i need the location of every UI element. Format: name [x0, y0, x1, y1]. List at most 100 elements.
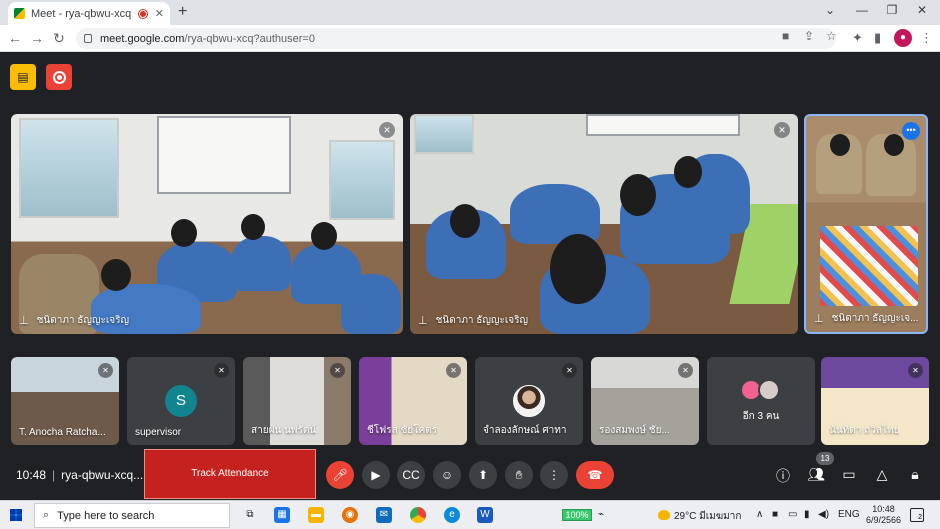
avatar: S: [165, 385, 197, 417]
firefox-icon[interactable]: ◉: [342, 507, 358, 523]
participant-count-badge: 13: [816, 452, 834, 465]
participant-name: จำลองลักษณ์ ศาทา: [483, 425, 567, 436]
pin-icon[interactable]: ⊥: [19, 314, 29, 327]
participant-name: สายฝน นพรัตน์: [251, 425, 317, 436]
side-panel-icon[interactable]: ▮: [874, 30, 881, 46]
participant-name: ชีโฟรส ชัยโคตร: [367, 425, 438, 436]
notification-center-icon[interactable]: 2: [910, 508, 924, 522]
pin-icon[interactable]: ⊥: [814, 312, 824, 325]
volume-icon[interactable]: ◀): [818, 509, 829, 520]
search-placeholder: Type here to search: [57, 509, 155, 522]
more-options-icon[interactable]: •••: [902, 122, 920, 140]
forward-icon[interactable]: →: [28, 30, 46, 46]
participant-tile[interactable]: ✕ S supervisor: [127, 357, 235, 445]
participant-tile-main-1[interactable]: ✕ ⊥ ชนิดาภา ธัญญะเจริญ: [11, 114, 403, 334]
battery-indicator[interactable]: 100%: [562, 509, 592, 521]
minimize-icon[interactable]: —: [852, 3, 872, 17]
meet-favicon-icon: [14, 8, 25, 19]
mic-off-icon: ✕: [379, 122, 395, 138]
share-icon[interactable]: ⇪: [804, 29, 814, 43]
browser-tab-meet[interactable]: Meet - rya-qbwu-xcq ✕: [8, 2, 170, 25]
mic-off-icon: ✕: [214, 363, 229, 378]
window-close-icon[interactable]: ✕: [912, 3, 932, 17]
camera-in-use-icon[interactable]: ■: [782, 29, 789, 43]
present-screen-icon[interactable]: ⬆: [469, 461, 497, 489]
new-tab-button[interactable]: +: [178, 3, 187, 21]
tray-overflow-icon[interactable]: ∧: [756, 509, 763, 520]
tab-close-icon[interactable]: ✕: [155, 7, 164, 20]
file-explorer-icon[interactable]: ▬: [308, 507, 324, 523]
recording-indicator-icon: [138, 9, 147, 18]
mic-off-icon: ✕: [908, 363, 923, 378]
taskbar-clock[interactable]: 10:48 6/9/2566: [866, 504, 901, 526]
leave-call-icon[interactable]: ☎: [576, 461, 614, 489]
participant-tile-main-3[interactable]: ••• ⊥ ชนิดาภา ธัญญะเจ...: [804, 114, 928, 334]
participant-tile[interactable]: ✕ รองสมพงษ์ ชัย...: [591, 357, 699, 445]
whiteboard-image: [586, 114, 740, 136]
mic-off-icon: ✕: [678, 363, 693, 378]
camera-tray-icon[interactable]: ■: [772, 509, 778, 520]
lock-icon: [84, 34, 92, 43]
camera-button-icon[interactable]: ▶: [362, 461, 390, 489]
mic-off-icon: ✕: [446, 363, 461, 378]
clock-time: 10:48: [872, 504, 895, 514]
participant-tile-main-2[interactable]: ✕ ⊥ ชนิดาภา ธัญญะเจริญ: [410, 114, 798, 334]
meeting-time: 10:48: [16, 468, 47, 482]
tab-search-icon[interactable]: ⌄: [820, 3, 840, 17]
raise-hand-icon[interactable]: ✋︎: [505, 461, 533, 489]
meeting-details-icon[interactable]: ⓘ: [773, 466, 793, 486]
meeting-code[interactable]: rya-qbwu-xcq...: [61, 468, 143, 482]
people-icon[interactable]: 👥︎: [806, 466, 826, 483]
emoji-reactions-icon[interactable]: ☺: [433, 461, 461, 489]
host-controls-icon[interactable]: 🔒︎: [905, 466, 925, 483]
meeting-info: 10:48 | rya-qbwu-xcq...: [16, 468, 144, 482]
microsoft-store-icon[interactable]: ▦: [274, 507, 290, 523]
window-image: [329, 140, 395, 220]
mic-off-button-icon[interactable]: 🎤︎: [326, 461, 354, 489]
participant-tile[interactable]: ✕ T. Anocha Ratcha...: [11, 357, 119, 445]
participant-tile[interactable]: ✕ ชีโฟรส ชัยโคตร: [359, 357, 467, 445]
activities-icon[interactable]: △: [872, 466, 892, 483]
participant-tile[interactable]: ✕ นันทิดา ถวิลไทย: [821, 357, 929, 445]
captions-button-icon[interactable]: CC: [397, 461, 425, 489]
extensions-icon[interactable]: ✦: [852, 30, 863, 46]
network-icon[interactable]: ▭: [788, 509, 797, 520]
weather-widget[interactable]: 29°C มีเมฆมาก: [658, 509, 741, 524]
weather-icon: [658, 510, 670, 520]
participant-name: ชนิดาภา ธัญญะเจ...: [831, 313, 919, 324]
address-bar[interactable]: meet.google.com/rya-qbwu-xcq?authuser=0: [76, 28, 836, 49]
tab-title: Meet - rya-qbwu-xcq: [31, 7, 132, 20]
search-icon: ⌕: [43, 509, 50, 521]
mail-icon[interactable]: ✉: [376, 507, 392, 523]
browser-tabstrip: Meet - rya-qbwu-xcq ✕ + ⌄ — ❐ ✕: [0, 0, 940, 25]
whiteboard-image: [157, 116, 291, 194]
chat-icon[interactable]: ▭: [839, 466, 859, 483]
participant-name: supervisor: [135, 427, 182, 438]
edge-icon[interactable]: e: [444, 507, 460, 523]
windows-start-icon[interactable]: [10, 509, 22, 521]
browser-menu-icon[interactable]: ⋮: [920, 30, 933, 46]
participant-name: นันทิดา ถวิลไทย: [829, 425, 900, 436]
browser-toolbar: ← → ↻ meet.google.com/rya-qbwu-xcq?authu…: [0, 25, 940, 52]
clock-date: 6/9/2566: [866, 515, 902, 525]
chrome-icon[interactable]: [410, 507, 426, 523]
track-attendance-button[interactable]: Track Attendance: [144, 449, 316, 499]
taskbar-search-box[interactable]: ⌕ Type here to search: [34, 503, 230, 528]
microphone-tray-icon[interactable]: ▮: [804, 509, 810, 520]
more-participants-label: อีก 3 คน: [742, 411, 780, 422]
profile-avatar[interactable]: ●: [894, 29, 912, 47]
participant-tile[interactable]: ✕ จำลองลักษณ์ ศาทา: [475, 357, 583, 445]
bookmark-star-icon[interactable]: ☆: [826, 29, 837, 43]
language-indicator[interactable]: ENG: [838, 509, 860, 520]
reload-icon[interactable]: ↻: [50, 30, 68, 47]
more-options-icon[interactable]: ⋮: [540, 461, 568, 489]
pin-icon[interactable]: ⊥: [418, 314, 428, 327]
restore-icon[interactable]: ❐: [882, 3, 902, 17]
more-participants-tile[interactable]: อีก 3 คน: [707, 357, 815, 445]
usb-icon[interactable]: ⌁: [598, 509, 604, 520]
back-icon[interactable]: ←: [6, 30, 24, 46]
captions-off-indicator-icon: ▤: [10, 64, 36, 90]
word-icon[interactable]: W: [477, 507, 493, 523]
task-view-icon[interactable]: ⧉: [242, 507, 258, 523]
participant-tile[interactable]: ✕ สายฝน นพรัตน์: [243, 357, 351, 445]
